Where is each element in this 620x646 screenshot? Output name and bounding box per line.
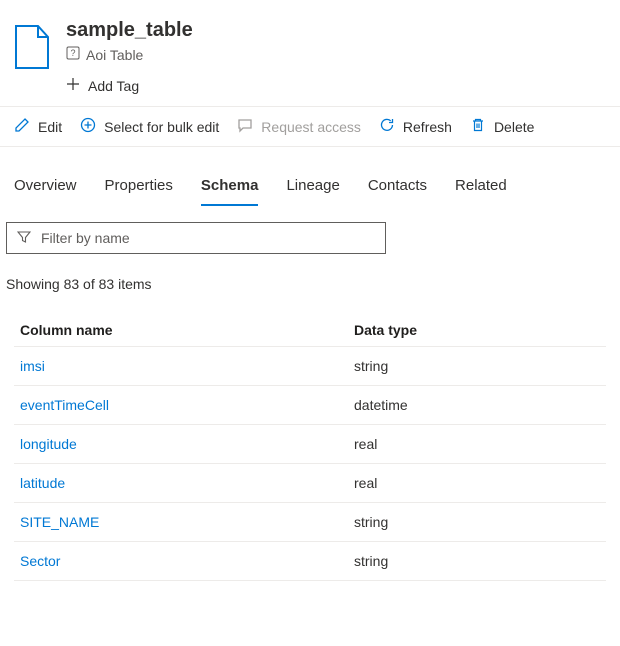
bulk-edit-button[interactable]: Select for bulk edit [80,117,219,136]
column-name-link[interactable]: eventTimeCell [20,397,354,413]
column-name-link[interactable]: imsi [20,358,354,374]
column-name-link[interactable]: longitude [20,436,354,452]
filter-wrap [0,206,620,254]
table-row: longitudereal [14,425,606,464]
tab-contacts[interactable]: Contacts [368,177,427,206]
filter-icon [17,230,31,247]
col-header-type[interactable]: Data type [354,322,600,338]
pencil-icon [14,117,30,136]
column-type: string [354,553,600,569]
column-type: string [354,358,600,374]
add-tag-button[interactable]: Add Tag [66,77,193,94]
tab-bar: Overview Properties Schema Lineage Conta… [0,163,620,206]
delete-label: Delete [494,119,534,135]
asset-type-label: Aoi Table [86,47,143,63]
edit-label: Edit [38,119,62,135]
edit-button[interactable]: Edit [14,117,62,136]
column-type: real [354,475,600,491]
column-type: real [354,436,600,452]
tab-schema[interactable]: Schema [201,177,259,206]
trash-icon [470,117,486,136]
add-tag-label: Add Tag [88,78,139,94]
bulk-edit-label: Select for bulk edit [104,119,219,135]
asset-header: sample_table ? Aoi Table Add Tag [0,0,620,106]
column-name-link[interactable]: SITE_NAME [20,514,354,530]
toolbar: Edit Select for bulk edit Request access… [0,107,620,146]
result-count: Showing 83 of 83 items [0,254,620,296]
svg-text:?: ? [70,48,75,58]
comment-icon [237,117,253,136]
table-row: eventTimeCelldatetime [14,386,606,425]
column-name-link[interactable]: latitude [20,475,354,491]
table-row: imsistring [14,347,606,386]
plus-circle-icon [80,117,96,136]
table-row: Sectorstring [14,542,606,581]
schema-table: Column name Data type imsistringeventTim… [0,296,620,581]
col-header-name[interactable]: Column name [20,322,354,338]
tab-related[interactable]: Related [455,177,507,206]
refresh-label: Refresh [403,119,452,135]
refresh-button[interactable]: Refresh [379,117,452,136]
tab-lineage[interactable]: Lineage [286,177,339,206]
plus-icon [66,77,80,94]
filter-input[interactable] [39,229,375,247]
tab-properties[interactable]: Properties [105,177,173,206]
table-type-icon: ? [66,46,80,63]
filter-box[interactable] [6,222,386,254]
request-access-button: Request access [237,117,361,136]
column-type: string [354,514,600,530]
header-text: sample_table ? Aoi Table Add Tag [66,18,193,94]
asset-type-row: ? Aoi Table [66,46,193,63]
tab-overview[interactable]: Overview [14,177,77,206]
divider [0,146,620,147]
request-access-label: Request access [261,119,361,135]
refresh-icon [379,117,395,136]
table-header: Column name Data type [14,314,606,347]
delete-button[interactable]: Delete [470,117,534,136]
asset-title: sample_table [66,18,193,42]
table-body: imsistringeventTimeCelldatetimelongitude… [14,347,606,581]
table-row: latitudereal [14,464,606,503]
column-name-link[interactable]: Sector [20,553,354,569]
column-type: datetime [354,397,600,413]
table-row: SITE_NAMEstring [14,503,606,542]
file-icon [14,24,50,70]
